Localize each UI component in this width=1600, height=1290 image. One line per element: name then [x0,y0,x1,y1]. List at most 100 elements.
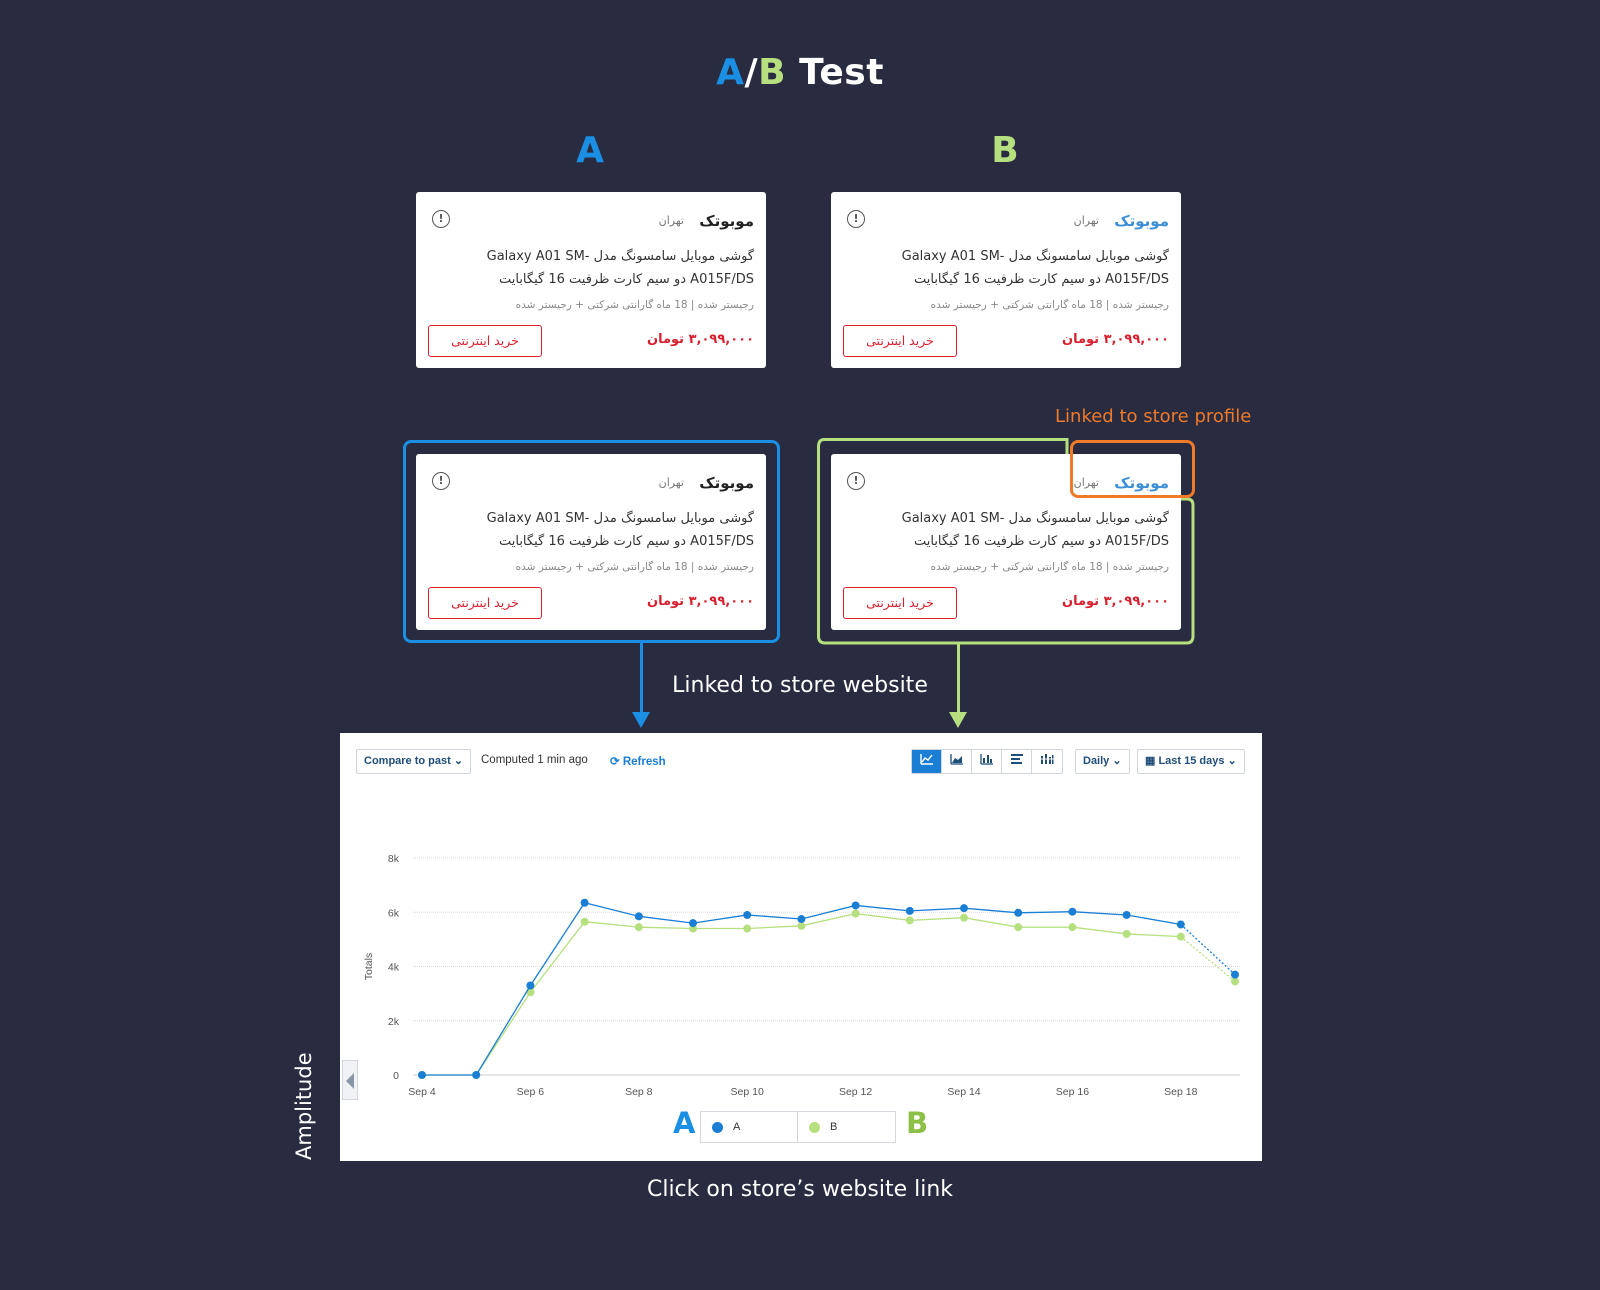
info-icon[interactable]: ! [432,472,450,490]
product-price: ۳,۰۹۹,۰۰۰ تومان [1061,332,1169,347]
data-point-a [418,1071,426,1079]
data-point-a [1176,920,1185,929]
buy-online-button[interactable]: خرید اینترنتی [428,325,542,357]
highlight-frame-profile [1070,440,1195,498]
linked-website-note: Linked to store website [672,673,928,698]
data-point-a [851,901,860,910]
data-point-a [1122,910,1131,919]
line-chart-icon[interactable] [912,750,942,773]
shop-city: تهران [1073,214,1099,227]
x-tick-label: Sep 14 [947,1086,980,1098]
legend-item-a[interactable]: A [701,1112,798,1142]
info-icon[interactable]: ! [432,210,450,228]
buy-online-button[interactable]: خرید اینترنتی [843,325,957,357]
collapse-sidebar-tab[interactable] [342,1060,358,1100]
series-partial-line-b [1180,936,1236,982]
legend-letter-a: A [673,1106,696,1140]
y-tick-label: 4k [388,962,400,974]
chart-type-selector [911,749,1063,774]
y-tick-label: 2k [388,1016,400,1028]
computed-status: Computed 1 min ago [481,754,588,766]
warranty-text: رجیستر شده | 18 ماه گارانتی شرکتی + رجیس… [515,561,754,573]
product-price: ۳,۰۹۹,۰۰۰ تومان [646,332,754,347]
data-point-a [580,898,589,907]
product-price: ۳,۰۹۹,۰۰۰ تومان [646,594,754,609]
refresh-button[interactable]: ⟳ Refresh [610,754,666,768]
info-icon[interactable]: ! [847,472,865,490]
compare-to-past-dropdown[interactable]: Compare to past ⌄ [356,749,472,774]
y-tick-label: 6k [388,907,400,919]
arrow-a-head [632,712,650,728]
variant-b-label: B [991,130,1019,171]
product-description: گوشی موبایل سامسونگ مدل Galaxy A01 SM-A0… [901,511,1169,549]
x-tick-label: Sep 4 [408,1086,436,1098]
data-point-a [1014,908,1023,917]
y-axis-label: Totals [363,953,375,980]
data-point-b [743,924,752,933]
warranty-text: رجیستر شده | 18 ماه گارانتی شرکتی + رجیس… [515,299,754,311]
data-point-a [1068,907,1077,916]
warranty-text: رجیستر شده | 18 ماه گارانتی شرکتی + رجیس… [930,561,1169,573]
data-point-b [1176,932,1185,941]
chevron-left-icon [346,1073,354,1089]
data-point-a [1231,970,1239,979]
data-point-a [634,912,643,921]
legend-letter-b: B [906,1106,929,1140]
data-point-b [960,913,968,922]
shop-name: موبوتک [699,474,754,492]
data-point-b [851,909,860,918]
stacked-bar-icon[interactable] [1032,750,1062,773]
variant-a-label: A [576,130,604,171]
product-card-a-top: موبوتک تهران ! گوشی موبایل سامسونگ مدل G… [416,192,766,368]
x-tick-label: Sep 10 [731,1086,764,1098]
y-tick-label: 0 [393,1070,399,1082]
bar-chart-icon[interactable] [972,750,1002,773]
data-point-a [905,906,914,915]
product-price: ۳,۰۹۹,۰۰۰ تومان [1061,594,1169,609]
chart-legend: A B [700,1111,896,1143]
linked-profile-note: Linked to store profile [1055,406,1252,427]
data-point-b [1122,929,1131,938]
date-range-dropdown[interactable]: ▦ Last 15 days ⌄ [1137,749,1245,774]
x-tick-label: Sep 8 [625,1086,653,1098]
line-chart: 0 2k 4k 6k 8k Totals Sep 4 Sep 6 Sep 8 Sep 10 Sep … [363,853,1240,1098]
product-description: گوشی موبایل سامسونگ مدل Galaxy A01 SM-A0… [486,511,754,549]
y-tick-label: 8k [388,853,400,865]
amplitude-chart-panel: Compare to past ⌄ Computed 1 min ago ⟳ R… [340,733,1262,1161]
x-tick-label: Sep 18 [1164,1086,1197,1098]
legend-item-b[interactable]: B [798,1112,895,1142]
x-tick-label: Sep 6 [517,1086,545,1098]
shop-city: تهران [658,214,684,227]
page-title: A/B Test [716,52,884,93]
data-point-b [634,923,643,932]
click-metric-caption: Click on store’s website link [646,1177,954,1202]
shop-name-link[interactable]: موبوتک [1114,212,1169,230]
data-point-a [743,910,752,919]
area-chart-icon[interactable] [942,750,972,773]
series-partial-line-a [1180,923,1236,976]
shop-city: تهران [658,476,684,489]
info-icon[interactable]: ! [847,210,865,228]
buy-online-button[interactable]: خرید اینترنتی [428,587,542,619]
buy-online-button[interactable]: خرید اینترنتی [843,587,957,619]
data-point-b [905,916,914,925]
data-point-a [960,904,968,913]
warranty-text: رجیستر شده | 18 ماه گارانتی شرکتی + رجیس… [930,299,1169,311]
x-tick-label: Sep 12 [839,1086,872,1098]
x-tick-label: Sep 16 [1056,1086,1089,1098]
series-line-b [422,912,1181,1076]
legend-dot-a [712,1122,723,1133]
data-point-a [472,1071,481,1079]
interval-dropdown[interactable]: Daily ⌄ [1075,749,1130,774]
horizontal-bar-icon[interactable] [1002,750,1032,773]
data-point-b [580,917,589,926]
amplitude-label: Amplitude [292,1052,316,1160]
product-description: گوشی موبایل سامسونگ مدل Galaxy A01 SM-A0… [901,249,1169,287]
arrow-b-head [949,712,967,728]
data-point-a [689,919,697,928]
data-point-b [1014,923,1023,932]
data-point-a [797,915,806,924]
data-point-a [526,981,535,990]
shop-name: موبوتک [699,212,754,230]
data-point-b [1068,923,1077,932]
